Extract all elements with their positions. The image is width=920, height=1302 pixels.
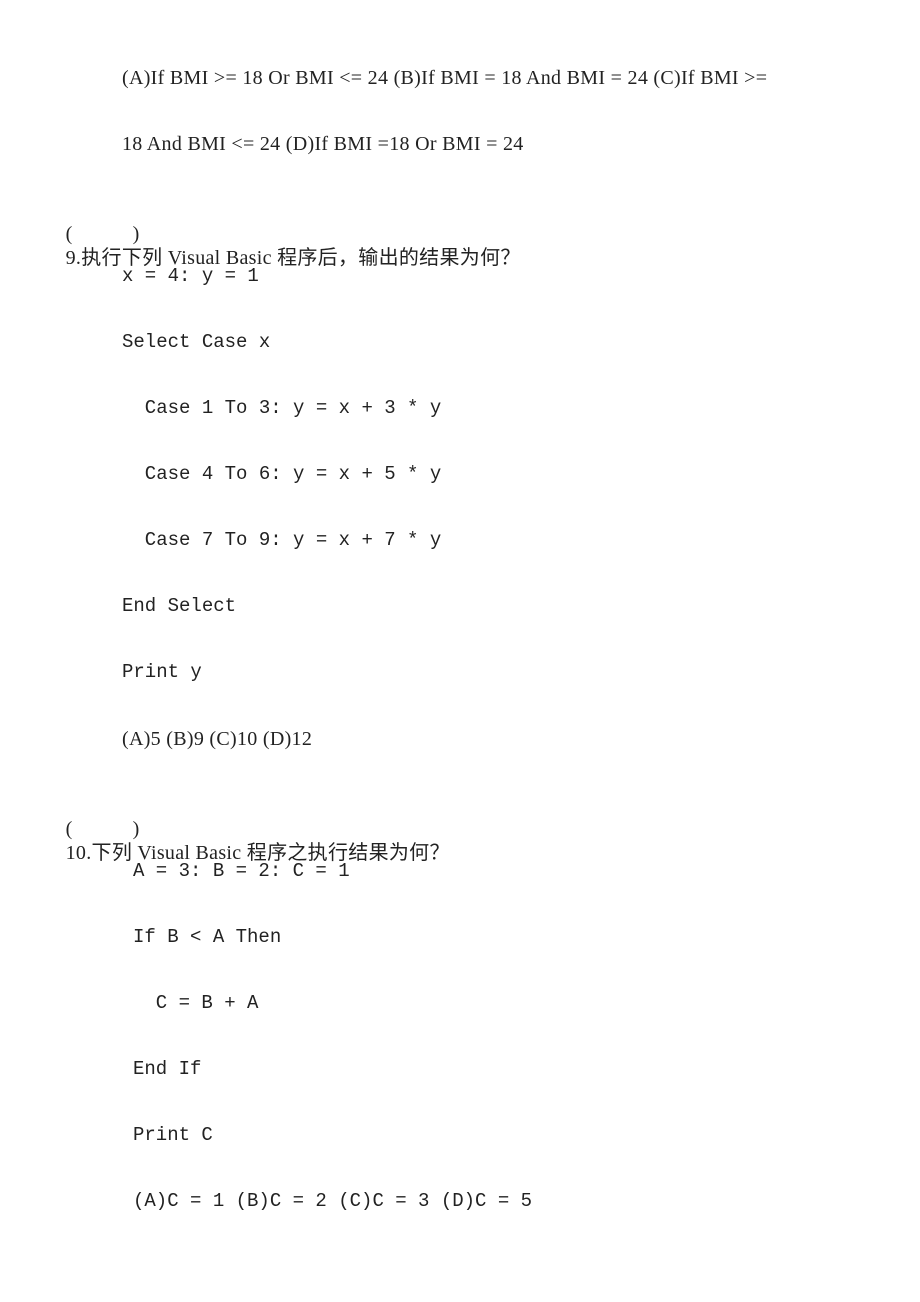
q9-options: (A)5 (B)9 (C)10 (D)12 <box>122 728 313 750</box>
q10-code-line: End If <box>133 1058 202 1080</box>
q8-options-line-1: (A)If BMI >= 18 Or BMI <= 24 (B)If BMI =… <box>122 67 768 89</box>
q9-header: () 9.执行下列 Visual Basic 程序后，输出的结果为何？ <box>55 198 521 270</box>
q10-code-line: C = B + A <box>133 992 259 1014</box>
q9-code-line: Case 4 To 6: y = x + 5 * y <box>122 463 442 485</box>
q9-code-line: x = 4: y = 1 <box>122 265 259 287</box>
q10-code-line: Print C <box>133 1124 213 1146</box>
q9-code-line: Case 1 To 3: y = x + 3 * y <box>122 397 442 419</box>
q10-header: () 10.下列 Visual Basic 程序之执行结果为何？ <box>55 793 450 865</box>
q9-code-line: Select Case x <box>122 331 271 353</box>
q9-code-line: End Select <box>122 595 237 617</box>
q9-answer-blank-open: ( <box>65 223 73 245</box>
q9-number: 9. <box>65 247 82 269</box>
q10-code-line: A = 3: B = 2: C = 1 <box>133 860 350 882</box>
q9-code-line: Case 7 To 9: y = x + 7 * y <box>122 529 442 551</box>
q10-options: (A)C = 1 (B)C = 2 (C)C = 3 (D)C = 5 <box>133 1190 533 1212</box>
q10-number: 10. <box>65 842 92 864</box>
q8-options-line-2: 18 And BMI <= 24 (D)If BMI =18 Or BMI = … <box>122 133 524 155</box>
q10-code-line: If B < A Then <box>133 926 282 948</box>
q9-answer-blank-close: ) <box>132 223 140 245</box>
q10-answer-blank-close: ) <box>132 818 140 840</box>
q10-answer-blank-open: ( <box>65 818 73 840</box>
q9-code-line: Print y <box>122 661 202 683</box>
